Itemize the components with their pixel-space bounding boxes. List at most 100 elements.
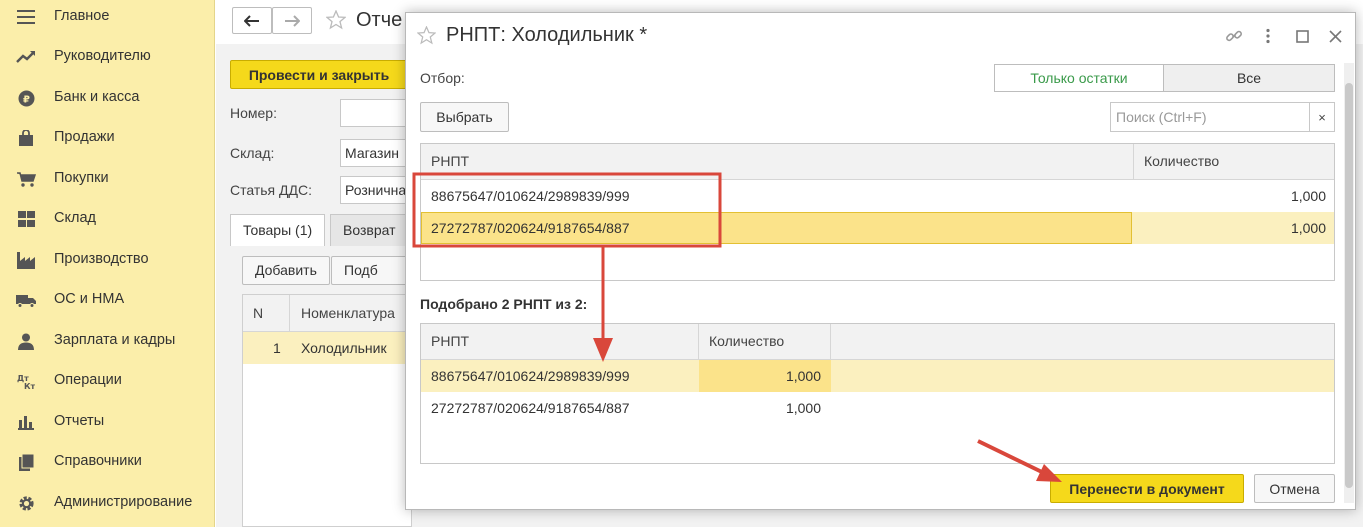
favorite-star-icon[interactable] <box>326 10 346 30</box>
column-header-empty <box>831 324 1334 360</box>
sidebar-item-main[interactable]: Главное <box>0 0 215 37</box>
sidebar-item-label: Операции <box>54 372 122 388</box>
sidebar-item-label: Главное <box>54 8 110 24</box>
sidebar-item-reports[interactable]: Отчеты <box>0 402 215 442</box>
dialog-title: РНПТ: Холодильник * <box>446 24 648 46</box>
row-item-name: Холодильник <box>301 340 387 356</box>
sidebar-item-label: Склад <box>54 210 96 226</box>
sidebar-item-production[interactable]: Производство <box>0 240 215 280</box>
rnpt-cell: 27272787/020624/9187654/887 <box>431 220 630 236</box>
dt-kt-icon: Дт Кт <box>16 372 36 390</box>
sidebar-item-label: Банк и касса <box>54 89 140 105</box>
column-header-quantity: Количество <box>1134 144 1334 180</box>
sidebar-item-administration[interactable]: Администрирование <box>0 483 215 523</box>
filter-label: Отбор: <box>420 70 465 86</box>
table-row[interactable]: 27272787/020624/9187654/887 1,000 <box>421 392 1334 424</box>
column-header-item: Номенклатура <box>301 305 395 321</box>
sidebar-item-sales[interactable]: Продажи <box>0 118 215 158</box>
rnpt-cell: 88675647/010624/2989839/999 <box>431 188 630 204</box>
bar-chart-icon <box>16 413 36 431</box>
quantity-cell: 1,000 <box>785 368 821 384</box>
rnpt-cell: 27272787/020624/9187654/887 <box>431 400 630 416</box>
svg-text:Кт: Кт <box>24 382 35 390</box>
sidebar-item-directories[interactable]: Справочники <box>0 442 215 482</box>
warehouse-field[interactable]: Магазин <box>340 139 410 167</box>
sidebar-item-fixed-assets[interactable]: ОС и НМА <box>0 280 215 320</box>
quantity-cell: 1,000 <box>785 400 821 416</box>
pick-button[interactable]: Подб <box>331 256 411 285</box>
sidebar-item-label: Продажи <box>54 129 115 145</box>
sidebar-item-payroll[interactable]: Зарплата и кадры <box>0 321 215 361</box>
column-divider <box>289 295 290 332</box>
picked-rnpt-table: РНПТ Количество 88675647/010624/2989839/… <box>420 323 1335 464</box>
sidebar-item-label: Справочники <box>54 453 142 469</box>
row-number: 1 <box>273 340 281 356</box>
picked-summary: Подобрано 2 РНПТ из 2: <box>420 296 588 312</box>
table-row-selected[interactable]: 27272787/020624/9187654/887 1,000 <box>421 212 1334 244</box>
favorite-star-icon[interactable] <box>417 26 436 45</box>
sidebar: Главное Руководителю ₽ Банк и касса Прод… <box>0 0 215 527</box>
rnpt-dialog: РНПТ: Холодильник * Отбор: Только остатк… <box>405 12 1356 510</box>
shopping-bag-icon <box>16 129 36 147</box>
column-header-n: N <box>253 305 264 321</box>
select-button[interactable]: Выбрать <box>420 102 509 132</box>
table-row-selected[interactable]: 88675647/010624/2989839/999 1,000 <box>421 360 1334 392</box>
factory-icon <box>16 251 36 269</box>
number-field[interactable] <box>340 99 410 127</box>
tab-goods[interactable]: Товары (1) <box>230 214 326 246</box>
forward-button[interactable] <box>272 7 312 34</box>
sidebar-item-purchases[interactable]: Покупки <box>0 159 215 199</box>
trend-arrow-icon <box>16 48 36 66</box>
dialog-scrollbar-thumb[interactable] <box>1345 83 1353 488</box>
search-input[interactable]: Поиск (Ctrl+F) <box>1110 102 1310 132</box>
sidebar-item-label: Покупки <box>54 170 109 186</box>
table-row[interactable]: 88675647/010624/2989839/999 1,000 <box>421 180 1334 212</box>
truck-icon <box>16 291 36 309</box>
maximize-icon[interactable] <box>1291 25 1313 47</box>
filter-all[interactable]: Все <box>1163 64 1335 92</box>
sidebar-item-label: Зарплата и кадры <box>54 332 176 348</box>
gear-icon <box>16 494 36 512</box>
sidebar-item-operations[interactable]: Дт Кт Операции <box>0 361 215 401</box>
filter-remaining-only[interactable]: Только остатки <box>994 64 1164 92</box>
cash-flow-item-field[interactable]: Рознична <box>340 176 410 204</box>
available-rnpt-table: РНПТ Количество 88675647/010624/2989839/… <box>420 143 1335 281</box>
transfer-to-document-button[interactable]: Перенести в документ <box>1050 474 1244 503</box>
more-options-icon[interactable] <box>1257 25 1279 47</box>
tab-returns[interactable]: Возврат <box>330 214 410 246</box>
link-icon[interactable] <box>1223 25 1245 47</box>
ruble-coin-icon: ₽ <box>16 89 36 107</box>
warehouse-label: Склад: <box>230 145 275 161</box>
sidebar-item-label: Администрирование <box>54 494 193 510</box>
column-header-rnpt: РНПТ <box>421 144 1134 180</box>
clear-search-icon[interactable]: × <box>1310 102 1335 132</box>
shopping-cart-icon <box>16 170 36 188</box>
post-and-close-button[interactable]: Провести и закрыть <box>230 60 408 89</box>
goods-table: N Номенклатура 1 Холодильник <box>242 294 413 527</box>
person-icon <box>16 332 36 350</box>
document-title: Отче <box>356 9 403 31</box>
svg-text:₽: ₽ <box>23 94 30 105</box>
menu-lines-icon <box>16 8 36 26</box>
close-icon[interactable] <box>1324 25 1346 47</box>
add-button[interactable]: Добавить <box>242 256 330 285</box>
sidebar-item-bank[interactable]: ₽ Банк и касса <box>0 78 215 118</box>
goods-table-header: N Номенклатура <box>243 295 413 332</box>
sidebar-item-label: Руководителю <box>54 48 151 64</box>
sidebar-item-label: Производство <box>54 251 149 267</box>
sidebar-item-warehouse[interactable]: Склад <box>0 199 215 239</box>
cancel-button[interactable]: Отмена <box>1254 474 1335 503</box>
sidebar-item-label: ОС и НМА <box>54 291 125 307</box>
sidebar-item-label: Отчеты <box>54 413 105 429</box>
table-row[interactable]: 1 Холодильник <box>243 332 413 364</box>
quantity-cell: 1,000 <box>1290 220 1326 236</box>
rnpt-cell: 88675647/010624/2989839/999 <box>431 368 630 384</box>
arrow-left-icon <box>244 14 259 27</box>
back-button[interactable] <box>232 7 272 34</box>
cash-flow-item-label: Статья ДДС: <box>230 182 312 198</box>
arrow-right-icon <box>285 14 300 27</box>
sidebar-item-manager[interactable]: Руководителю <box>0 37 215 77</box>
column-header-rnpt: РНПТ <box>421 324 699 360</box>
number-label: Номер: <box>230 105 277 121</box>
column-header-quantity: Количество <box>699 324 831 360</box>
